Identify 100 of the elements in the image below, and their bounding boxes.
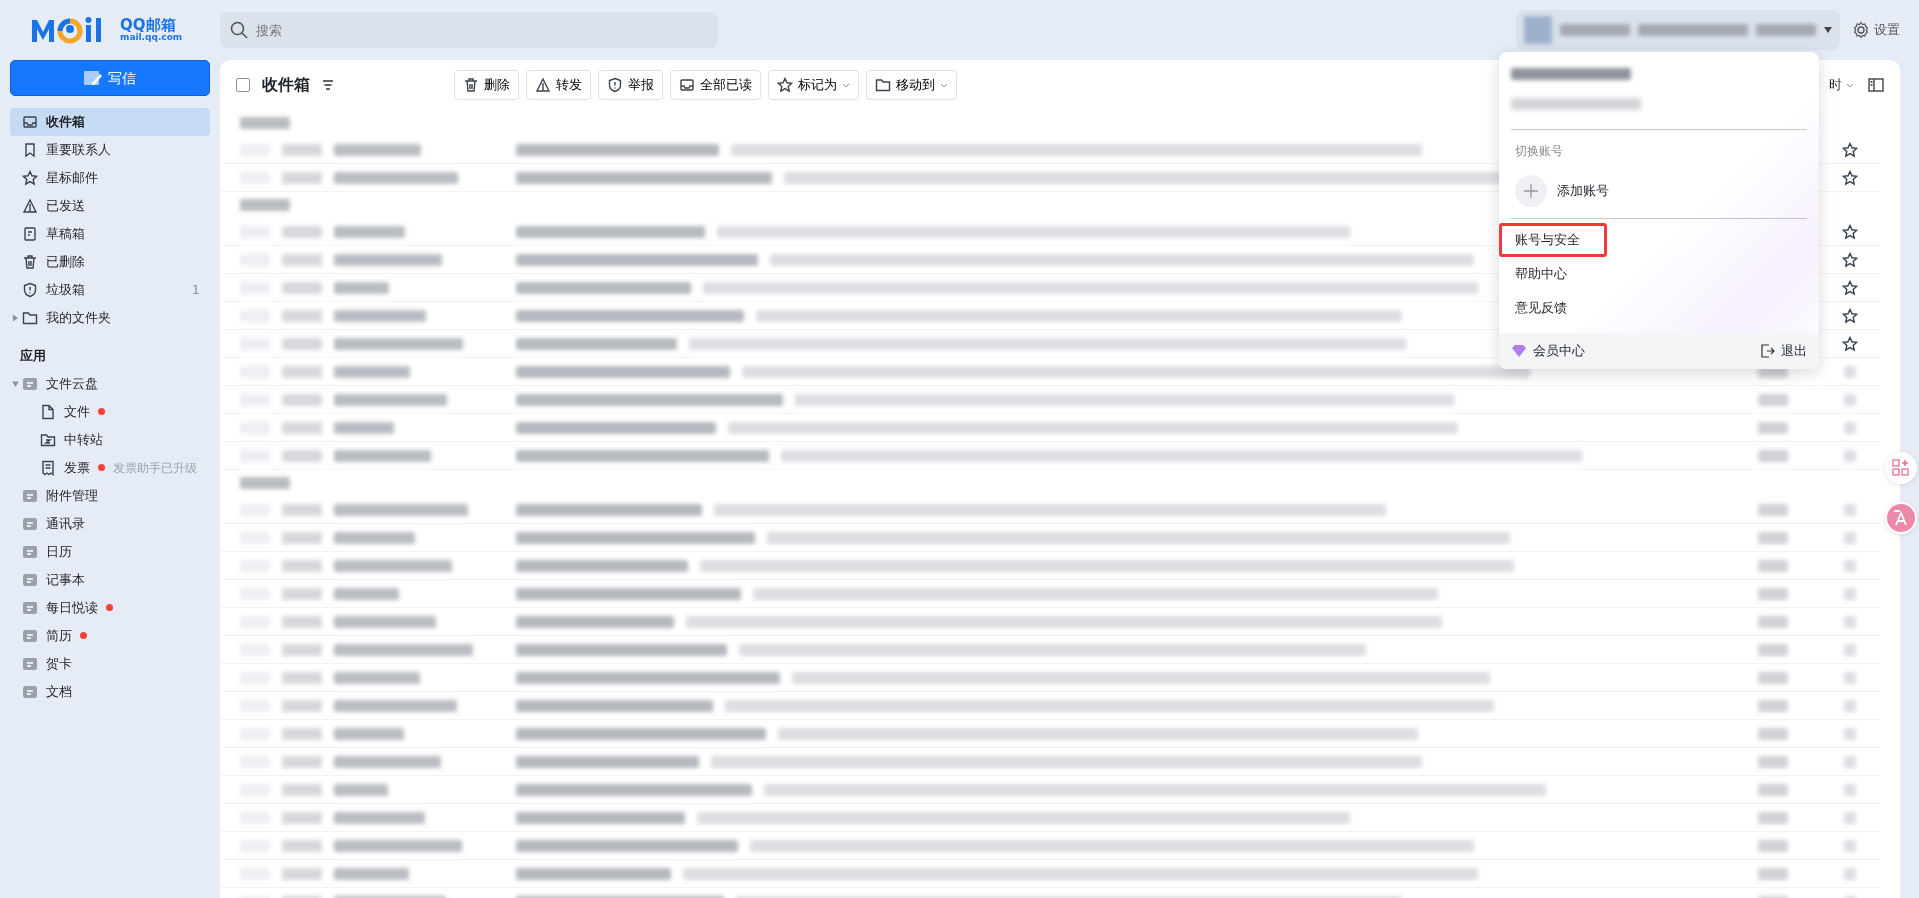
star-icon[interactable] [1842, 335, 1858, 352]
blurred-text [282, 867, 322, 880]
toolbar-button[interactable]: 全部已读 [670, 70, 761, 100]
layout-icon[interactable] [1868, 78, 1884, 92]
bookmark-icon [22, 142, 38, 158]
sidebar-item[interactable]: 已发送 [10, 192, 210, 220]
toolbar-button[interactable]: 举报 [598, 70, 663, 100]
sidebar-item[interactable]: 记事本 [10, 565, 210, 594]
app-icon [22, 487, 38, 504]
diamond-icon [1511, 344, 1527, 358]
account-switcher[interactable] [1516, 10, 1840, 50]
section-title: 应用 [19, 347, 47, 365]
search-field[interactable]: 搜索 [220, 12, 718, 48]
dropdown-caret-icon [1824, 27, 1832, 33]
settings-button[interactable]: 设置 [1852, 20, 1900, 40]
sidebar-item[interactable]: 文件云盘 [10, 369, 210, 398]
blurred-text [282, 699, 322, 712]
sidebar-label: 每日悦读 [46, 598, 98, 617]
sidebar-item[interactable]: 日历 [10, 537, 210, 566]
blurred-text [282, 309, 322, 322]
add-account-item[interactable]: 添加账号 [1499, 168, 1819, 214]
menu-item[interactable]: 账号与安全 [1499, 223, 1607, 257]
blurred-text [1758, 643, 1788, 656]
blurred-text [282, 531, 322, 544]
menu-section-title: 切换账号 [1514, 143, 1564, 160]
star-icon[interactable] [1842, 307, 1858, 324]
sidebar-label: 我的文件夹 [46, 309, 111, 328]
sidebar-label: 文件 [64, 402, 90, 421]
sidebar-item[interactable]: 发票 发票助手已升级 [10, 453, 210, 482]
logout-link[interactable]: 退出 [1781, 341, 1807, 361]
sidebar-label: 中转站 [64, 430, 103, 449]
blurred-text [1758, 421, 1788, 434]
sidebar-item[interactable]: 草稿箱 [10, 220, 210, 248]
sidebar-item[interactable]: 贺卡 [10, 649, 210, 678]
compose-button[interactable]: 写信 [10, 60, 210, 96]
sidebar-item[interactable]: 我的文件夹 [10, 304, 210, 332]
star-icon[interactable] [1842, 141, 1858, 158]
trash-icon [463, 77, 479, 93]
star-icon [777, 77, 793, 93]
blurred-text [1758, 839, 1788, 852]
sidebar-item[interactable]: 文档 [10, 677, 210, 706]
sidebar-item[interactable]: 已删除 [10, 248, 210, 276]
blurred-text [1758, 783, 1788, 796]
sidebar-item[interactable]: 每日悦读 [10, 593, 210, 622]
sort-label[interactable]: 时 [1829, 75, 1842, 95]
blurred-text [282, 615, 322, 628]
blurred-text [1844, 643, 1856, 656]
file-icon [40, 403, 56, 420]
blurred-text [1756, 24, 1816, 36]
toolbar-button[interactable]: 转发 [526, 70, 591, 100]
star-icon[interactable] [1842, 223, 1858, 240]
blurred-text [1844, 393, 1856, 406]
blurred-text [1844, 811, 1856, 824]
star-icon[interactable] [1842, 279, 1858, 296]
blurred-text [282, 643, 322, 656]
sidebar-label: 日历 [46, 542, 72, 561]
receipt-icon [40, 459, 56, 476]
menu-item[interactable]: 帮助中心 [1499, 257, 1819, 291]
toolbar-button[interactable]: 标记为 [768, 70, 859, 100]
sidebar-item[interactable]: 星标邮件 [10, 164, 210, 192]
sidebar-label: 已删除 [46, 253, 85, 272]
toolbar-button[interactable]: 移动到 [866, 70, 957, 100]
menu-icon[interactable] [322, 79, 334, 91]
chevron-icon [940, 82, 948, 88]
select-all-checkbox[interactable] [236, 78, 250, 92]
sidebar-item[interactable]: 重要联系人 [10, 136, 210, 164]
star-icon[interactable] [1842, 169, 1858, 186]
floating-apps-button[interactable] [1885, 452, 1917, 484]
sidebar-label: 星标邮件 [46, 169, 98, 188]
star-icon[interactable] [1842, 251, 1858, 268]
menu-item[interactable]: 意见反馈 [1499, 291, 1819, 325]
sidebar-item[interactable]: 垃圾箱 1 [10, 276, 210, 304]
expand-caret-icon[interactable] [12, 379, 19, 388]
expand-caret-icon[interactable] [12, 314, 19, 322]
sidebar-item[interactable]: 附件管理 [10, 481, 210, 510]
blurred-text [1758, 587, 1788, 600]
blurred-text [282, 587, 322, 600]
sidebar-item[interactable]: 简历 [10, 621, 210, 650]
sidebar-item[interactable]: 通讯录 [10, 509, 210, 538]
blurred-text [1758, 699, 1788, 712]
blurred-text [1844, 867, 1856, 880]
sidebar-item[interactable]: 收件箱 [10, 108, 210, 136]
sidebar-label: 附件管理 [46, 486, 98, 505]
sidebar-item[interactable]: 文件 [10, 397, 210, 426]
blurred-text [282, 171, 322, 184]
app-icon [22, 543, 38, 560]
settings-icon [1852, 21, 1870, 39]
app-icon [22, 571, 38, 588]
logo-domain: mail.qq.com [120, 33, 183, 42]
sidebar-label: 已发送 [46, 197, 85, 216]
sidebar-label: 贺卡 [46, 654, 72, 673]
blurred-text [282, 365, 322, 378]
blurred-text [282, 143, 322, 156]
app-icon [22, 683, 38, 700]
sidebar-item[interactable]: 中转站 [10, 425, 210, 454]
vip-center-link[interactable]: 会员中心 [1533, 341, 1585, 361]
toolbar-button[interactable]: 删除 [454, 70, 519, 100]
apps-icon [1892, 459, 1910, 477]
blurred-text [282, 755, 322, 768]
floating-translate-button[interactable] [1885, 502, 1917, 534]
